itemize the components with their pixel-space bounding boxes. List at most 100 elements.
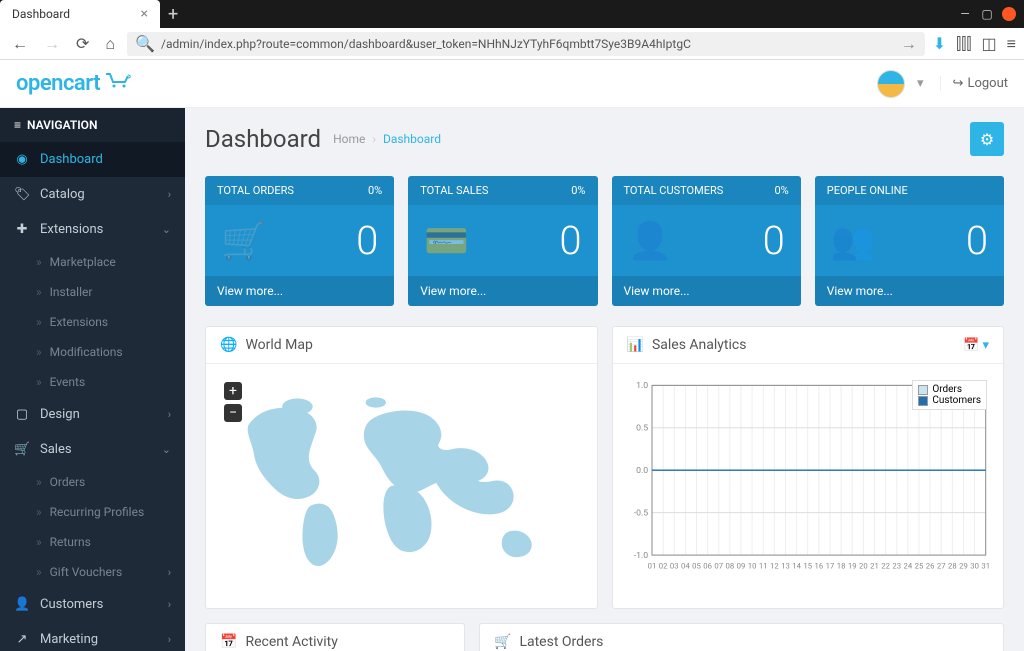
view-more-link[interactable]: View more... [815,276,1004,306]
sidebar-item-sales[interactable]: 🛒Sales⌄ [0,432,185,467]
sidebar-toggle-icon[interactable]: ◫ [982,34,997,53]
globe-icon: 🌐 [220,337,237,353]
user-dropdown[interactable]: ▾ [917,76,941,91]
svg-text:16: 16 [814,562,823,571]
forward-button[interactable]: → [40,32,64,56]
sidebar-subitem-orders[interactable]: Orders [0,467,185,497]
browser-toolbar: ⬇ ⫿⫿⫿ ◫ ≡ [933,34,1016,54]
sidebar-subitem-extensions[interactable]: Extensions [0,307,185,337]
svg-text:30: 30 [970,562,979,571]
svg-text:10: 10 [747,562,756,571]
svg-text:1.0: 1.0 [636,381,648,391]
map-title: World Map [245,337,312,353]
sidebar-item-dashboard[interactable]: ◉Dashboard [0,142,185,177]
svg-text:0.5: 0.5 [636,424,648,434]
sidebar-subitem-installer[interactable]: Installer [0,277,185,307]
menu-icon[interactable]: ≡ [1007,34,1016,54]
svg-text:-0.5: -0.5 [633,509,648,519]
page-title: Dashboard [205,125,321,153]
sidebar-subitem-modifications[interactable]: Modifications [0,337,185,367]
svg-text:06: 06 [703,562,712,571]
settings-button[interactable]: ⚙ [970,122,1004,156]
chevron-icon: ⌄ [162,443,171,456]
logo[interactable]: opencart [16,71,134,96]
minimize-button[interactable]: — [958,7,972,21]
nav-header: ≡ NAVIGATION [0,108,185,142]
url-text: /admin/index.php?route=common/dashboard&… [161,37,901,51]
stat-tile: TOTAL CUSTOMERS0% 👤0 View more... [612,176,801,306]
browser-chrome: Dashboard × + — ▢ ← → ⟳ ⌂ 🔍 /admin/index… [0,0,1024,60]
svg-text:03: 03 [669,562,678,571]
reload-button[interactable]: ⟳ [72,32,93,55]
calendar-dropdown[interactable]: 📅 ▾ [963,338,989,353]
library-icon[interactable]: ⫿⫿⫿ [956,34,971,54]
sidebar-subitem-gift-vouchers[interactable]: Gift Vouchers› [0,557,185,587]
zoom-in-button[interactable]: + [224,382,242,400]
url-input[interactable]: 🔍 /admin/index.php?route=common/dashboar… [127,32,925,56]
cart-icon: 🛒 [494,634,511,650]
svg-text:07: 07 [714,562,723,571]
sidebar-subitem-returns[interactable]: Returns [0,527,185,557]
chart-icon: 📊 [627,337,644,353]
sidebar-item-extensions[interactable]: ✚Extensions⌄ [0,212,185,247]
nav-icon: ◉ [14,152,30,167]
svg-text:14: 14 [792,562,801,571]
home-button[interactable]: ⌂ [101,32,119,56]
breadcrumb-current[interactable]: Dashboard [383,132,441,146]
svg-text:12: 12 [770,562,779,571]
sidebar-subitem-recurring-profiles[interactable]: Recurring Profiles [0,497,185,527]
chevron-icon: ⌄ [162,223,171,236]
stat-tile: TOTAL ORDERS0% 🛒0 View more... [205,176,394,306]
stat-tile: TOTAL SALES0% 💳0 View more... [408,176,597,306]
svg-text:22: 22 [881,562,890,571]
world-map-svg [218,376,585,596]
view-more-link[interactable]: View more... [205,276,394,306]
sidebar-item-design[interactable]: ▢Design› [0,397,185,432]
cart-icon: 🛒 [221,220,266,262]
breadcrumb-home[interactable]: Home [333,132,365,146]
view-more-link[interactable]: View more... [612,276,801,306]
zoom-out-button[interactable]: − [224,404,242,422]
maximize-button[interactable]: ▢ [980,7,994,21]
chevron-icon: › [168,598,171,611]
avatar[interactable] [877,70,905,98]
world-map[interactable]: + − [218,376,585,596]
hamburger-icon[interactable]: ≡ [14,118,21,132]
nav-icon: ✚ [14,222,30,237]
users-icon: 👥 [831,220,876,262]
card-icon: 💳 [424,220,469,262]
svg-text:08: 08 [725,562,734,571]
page-header: Dashboard Home › Dashboard ⚙ [185,108,1024,170]
new-tab-button[interactable]: + [160,4,186,25]
sidebar-item-catalog[interactable]: 🏷Catalog› [0,177,185,212]
svg-text:05: 05 [692,562,701,571]
svg-text:17: 17 [825,562,834,571]
svg-text:11: 11 [758,562,767,571]
sidebar-subitem-events[interactable]: Events [0,367,185,397]
close-window-button[interactable] [1002,7,1016,21]
chevron-icon: › [168,408,171,421]
back-button[interactable]: ← [8,32,32,56]
main: Dashboard Home › Dashboard ⚙ TOTAL ORDER… [185,108,1024,651]
browser-tab[interactable]: Dashboard × [0,0,160,28]
sidebar-item-marketing[interactable]: ↗Marketing› [0,622,185,651]
download-icon[interactable]: ⬇ [933,34,946,53]
stat-tile: PEOPLE ONLINE 👥0 View more... [815,176,1004,306]
recent-title: Recent Activity [245,634,337,650]
logout-icon: ↪ [953,76,964,91]
view-more-link[interactable]: View more... [408,276,597,306]
sidebar-item-customers[interactable]: 👤Customers› [0,587,185,622]
sidebar: ≡ NAVIGATION ◉Dashboard🏷Catalog›✚Extensi… [0,108,185,651]
svg-text:29: 29 [959,562,968,571]
breadcrumb: Home › Dashboard [333,132,441,146]
go-arrow-icon[interactable]: → [901,34,917,54]
logout-button[interactable]: ↪ Logout [953,76,1008,91]
chevron-icon: › [168,188,171,201]
svg-text:28: 28 [948,562,957,571]
nav-icon: 🏷 [14,187,30,202]
sidebar-subitem-marketplace[interactable]: Marketplace [0,247,185,277]
world-map-panel: 🌐 World Map + − [205,326,598,609]
latest-orders-panel: 🛒 Latest Orders Order IDCustomerStatusDa… [479,623,1004,651]
tab-close-icon[interactable]: × [141,6,148,22]
sales-chart: -1.0-0.50.00.51.001020304050607080910111… [625,376,992,576]
